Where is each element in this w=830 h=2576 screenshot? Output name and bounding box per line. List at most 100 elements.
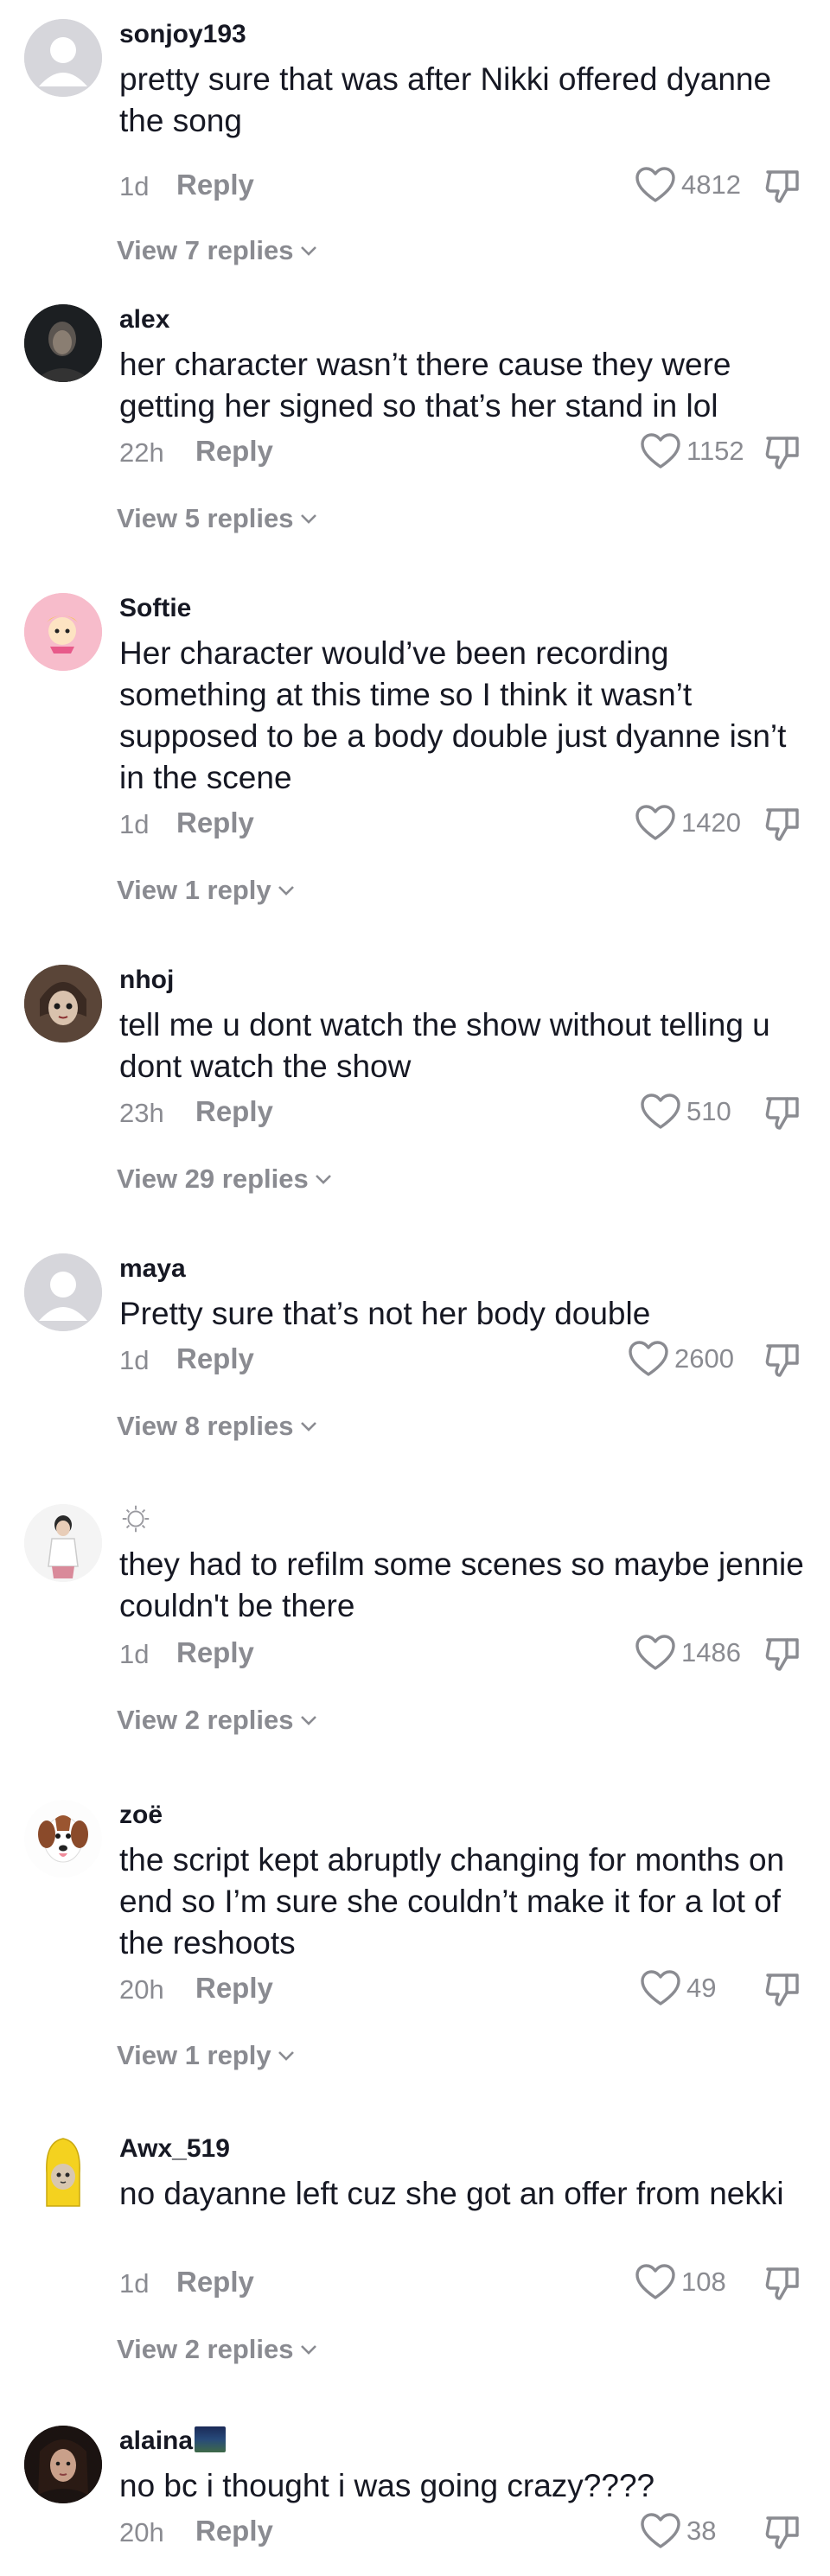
dislike-button[interactable]: [764, 432, 802, 474]
dislike-button[interactable]: [764, 1634, 802, 1675]
view-replies-label: View 2 replies: [117, 1705, 294, 1735]
like-count: 2600: [674, 1343, 734, 1374]
username[interactable]: alaina: [119, 2426, 227, 2457]
dislike-button[interactable]: [764, 2512, 802, 2554]
dislike-button[interactable]: [764, 804, 802, 845]
like-button[interactable]: 1420: [635, 802, 741, 844]
heart-icon: [641, 1970, 680, 2005]
thumbs-down-icon: [765, 1638, 799, 1671]
view-replies-button[interactable]: View 1 reply: [117, 873, 296, 908]
comment-time: 1d: [119, 1639, 150, 1669]
reply-button[interactable]: Reply: [176, 2265, 254, 2299]
view-replies-button[interactable]: View 2 replies: [117, 1703, 318, 1738]
comment-text: Her character would’ve been recording so…: [119, 635, 787, 795]
like-count: 510: [686, 1096, 731, 1126]
comment-time: 20h: [119, 1974, 164, 2005]
avatar[interactable]: [24, 965, 102, 1043]
view-replies-label: View 8 replies: [117, 1411, 294, 1441]
heart-icon: [629, 1341, 668, 1376]
dislike-button[interactable]: [764, 1093, 802, 1134]
username[interactable]: alex: [119, 304, 169, 335]
thumbs-down-icon: [765, 2516, 799, 2549]
like-button[interactable]: 1152: [640, 430, 744, 472]
like-count: 1420: [681, 807, 741, 838]
comment-time: 1d: [119, 2268, 150, 2299]
dislike-button[interactable]: [764, 166, 802, 207]
like-button[interactable]: 1486: [635, 1632, 741, 1674]
username[interactable]: sonjoy193: [119, 19, 246, 50]
like-count: 38: [686, 2515, 717, 2546]
like-count: 4812: [681, 169, 741, 200]
reply-button[interactable]: Reply: [195, 1094, 273, 1129]
thumbs-down-icon: [765, 1344, 799, 1377]
view-replies-button[interactable]: View 8 replies: [117, 1409, 318, 1444]
avatar[interactable]: [24, 1800, 102, 1878]
view-replies-button[interactable]: View 7 replies: [117, 233, 318, 268]
reply-button[interactable]: Reply: [176, 806, 254, 840]
thumbs-down-icon: [765, 437, 799, 469]
avatar[interactable]: [24, 2133, 102, 2211]
dislike-button[interactable]: [764, 1969, 802, 2011]
view-replies-label: View 5 replies: [117, 503, 294, 533]
view-replies-button[interactable]: View 1 reply: [117, 2038, 296, 2073]
avatar[interactable]: [24, 593, 102, 671]
view-replies-label: View 1 reply: [117, 2040, 271, 2070]
reply-button[interactable]: Reply: [176, 1342, 254, 1376]
heart-icon: [635, 805, 675, 840]
heart-icon: [635, 1635, 675, 1670]
comment-text: no dayanne left cuz she got an offer fro…: [119, 2176, 784, 2211]
view-replies-label: View 29 replies: [117, 1164, 309, 1194]
avatar[interactable]: [24, 1253, 102, 1331]
thumbs-down-icon: [765, 808, 799, 841]
username[interactable]: nhoj: [119, 965, 174, 996]
reply-button[interactable]: Reply: [176, 1636, 254, 1670]
comment-time: 20h: [119, 2517, 164, 2547]
comment-text: they had to refilm some scenes so maybe …: [119, 1546, 804, 1623]
comment-time: 1d: [119, 809, 150, 839]
thumbs-down-icon: [765, 1973, 799, 2006]
heart-icon: [641, 2513, 680, 2548]
chevron-down-icon: [300, 246, 316, 256]
comment-time: 1d: [119, 1345, 150, 1375]
username-icon[interactable]: [119, 1502, 152, 1543]
like-button[interactable]: 4812: [635, 164, 741, 206]
comment-text: her character wasn’t there cause they we…: [119, 347, 731, 424]
heart-icon: [635, 2264, 675, 2299]
view-replies-button[interactable]: View 2 replies: [117, 2332, 318, 2367]
like-button[interactable]: 49: [640, 1967, 716, 2009]
dislike-button[interactable]: [764, 2263, 802, 2305]
thumbs-down-icon: [765, 1097, 799, 1130]
username[interactable]: maya: [119, 1253, 186, 1285]
username[interactable]: zoë: [119, 1800, 163, 1831]
view-replies-label: View 7 replies: [117, 235, 294, 265]
comment-text: the script kept abruptly changing for mo…: [119, 1842, 785, 1961]
comment-time: 23h: [119, 1098, 164, 1128]
like-button[interactable]: 510: [640, 1091, 731, 1132]
like-button[interactable]: 38: [640, 2510, 716, 2552]
view-replies-button[interactable]: View 5 replies: [117, 501, 318, 536]
chevron-down-icon: [315, 1175, 331, 1184]
like-button[interactable]: 2600: [628, 1338, 734, 1380]
view-replies-button[interactable]: View 29 replies: [117, 1162, 333, 1196]
comment-time: 1d: [119, 171, 150, 201]
heart-icon: [635, 167, 675, 202]
thumbs-down-icon: [765, 2267, 799, 2300]
avatar[interactable]: [24, 19, 102, 97]
dislike-button[interactable]: [764, 1340, 802, 1381]
like-button[interactable]: 108: [635, 2261, 726, 2303]
comment-text: no bc i thought i was going crazy????: [119, 2468, 655, 2503]
reply-button[interactable]: Reply: [195, 1971, 273, 2005]
heart-icon: [641, 1094, 680, 1129]
view-replies-label: View 1 reply: [117, 875, 271, 905]
reply-button[interactable]: Reply: [176, 168, 254, 202]
username[interactable]: Awx_519: [119, 2133, 230, 2165]
reply-button[interactable]: Reply: [195, 434, 273, 469]
like-count: 1486: [681, 1637, 741, 1667]
username[interactable]: Softie: [119, 593, 191, 624]
reply-button[interactable]: Reply: [195, 2514, 273, 2548]
avatar[interactable]: [24, 2426, 102, 2503]
heart-icon: [641, 433, 680, 469]
chevron-down-icon: [278, 886, 294, 896]
avatar[interactable]: [24, 304, 102, 382]
avatar[interactable]: [24, 1504, 102, 1582]
